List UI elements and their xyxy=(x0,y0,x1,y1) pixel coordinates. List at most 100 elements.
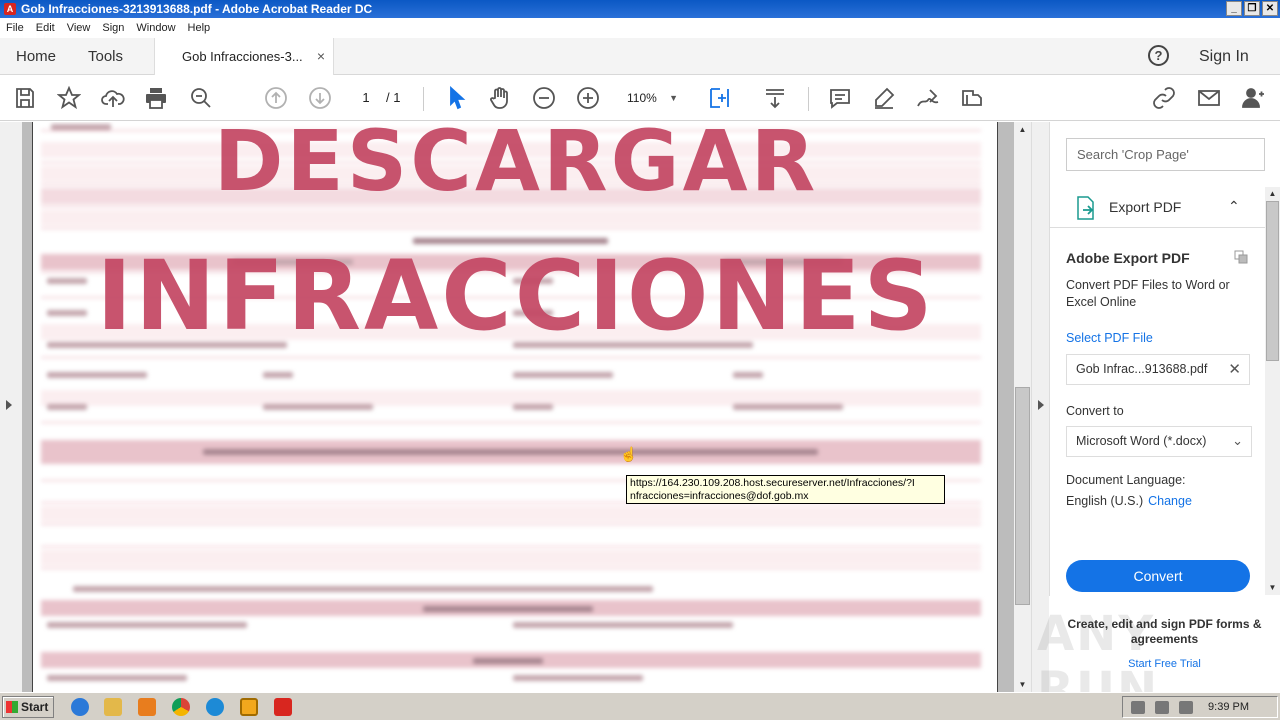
help-icon[interactable]: ? xyxy=(1148,45,1169,66)
zoom-select[interactable]: 110% ▼ xyxy=(618,88,688,108)
tooltip-line2: nfracciones=infracciones@dof.gob.mx xyxy=(630,490,809,502)
minimize-button[interactable]: _ xyxy=(1226,1,1242,16)
bookmark-star-icon[interactable] xyxy=(56,85,82,111)
scroll-down-icon[interactable]: ▼ xyxy=(1265,581,1280,595)
scroll-thumb[interactable] xyxy=(1015,387,1030,605)
taskbar: Start 9:39 PM xyxy=(0,692,1280,720)
highlight-icon[interactable] xyxy=(871,85,897,111)
page-down-icon[interactable] xyxy=(307,85,333,111)
hand-icon[interactable] xyxy=(487,85,513,111)
comment-icon[interactable] xyxy=(827,85,853,111)
document-scrollbar[interactable]: ▲ ▼ xyxy=(1014,122,1031,692)
scroll-down-icon[interactable]: ▼ xyxy=(1015,677,1030,692)
add-user-icon[interactable] xyxy=(1240,85,1266,111)
save-icon[interactable] xyxy=(12,85,38,111)
remove-file-icon[interactable]: ✕ xyxy=(1228,355,1241,384)
close-button[interactable]: ✕ xyxy=(1262,1,1278,16)
search-zoom-icon[interactable] xyxy=(188,85,214,111)
tooltip-line1: https://164.230.109.208.host.secureserve… xyxy=(630,477,915,489)
panel-scrollbar[interactable]: ▲ ▼ xyxy=(1265,187,1280,595)
collapse-right-icon xyxy=(1038,400,1044,410)
tab-document-label: Gob Infracciones-3... xyxy=(182,49,303,64)
chevron-down-icon: ▼ xyxy=(669,93,678,103)
copy-icon[interactable] xyxy=(1234,250,1248,264)
select-file-link[interactable]: Select PDF File xyxy=(1066,331,1153,345)
link-icon[interactable] xyxy=(1151,85,1177,111)
hand-cursor-icon: ☝ xyxy=(620,446,638,462)
promo-box: ANY RUN Create, edit and sign PDF forms … xyxy=(1037,596,1280,718)
menu-help[interactable]: Help xyxy=(182,22,217,34)
document-language: English (U.S.) Change xyxy=(1066,494,1192,508)
page-number-input[interactable]: 1 xyxy=(352,88,380,108)
flag-icon[interactable] xyxy=(1179,701,1193,714)
close-tab-icon[interactable]: × xyxy=(317,38,325,75)
convert-to-label: Convert to xyxy=(1066,404,1124,418)
sign-in-button[interactable]: Sign In xyxy=(1199,38,1249,75)
selected-file-field[interactable]: Gob Infrac...913688.pdf ✕ xyxy=(1066,354,1250,385)
media-player-icon[interactable] xyxy=(138,698,156,716)
document-viewport[interactable]: DESCARGAR INFRACCIONES xyxy=(22,122,1014,692)
toolbar: 1 / 1 110% ▼ xyxy=(0,75,1280,121)
zoom-in-icon[interactable] xyxy=(575,85,601,111)
format-value: Microsoft Word (*.docx) xyxy=(1076,434,1207,448)
free-trial-link[interactable]: Start Free Trial xyxy=(1049,658,1280,670)
scroll-up-icon[interactable]: ▲ xyxy=(1265,187,1280,201)
tab-row: Home Tools Gob Infracciones-3... × ? Sig… xyxy=(0,38,1280,76)
window-controls: _ ❐ ✕ xyxy=(1226,1,1278,16)
title-bar: A Gob Infracciones-3213913688.pdf - Adob… xyxy=(0,0,1280,18)
export-pdf-icon xyxy=(1077,196,1094,220)
tab-tools[interactable]: Tools xyxy=(88,38,123,75)
volume-icon[interactable] xyxy=(1131,701,1145,714)
zoom-out-icon[interactable] xyxy=(531,85,557,111)
windows-flag-icon xyxy=(6,701,18,713)
convert-button[interactable]: Convert xyxy=(1066,560,1250,592)
network-icon[interactable] xyxy=(1155,701,1169,714)
promo-text: Create, edit and sign PDF forms & agreem… xyxy=(1067,617,1262,646)
maximize-button[interactable]: ❐ xyxy=(1244,1,1260,16)
print-icon[interactable] xyxy=(143,85,169,111)
scroll-mode-icon[interactable] xyxy=(762,85,788,111)
change-language-link[interactable]: Change xyxy=(1148,494,1192,508)
menu-view[interactable]: View xyxy=(61,22,97,34)
sign-icon[interactable] xyxy=(915,85,941,111)
chrome-icon[interactable] xyxy=(172,698,190,716)
fit-page-icon[interactable] xyxy=(706,85,732,111)
search-input[interactable]: Search 'Crop Page' xyxy=(1066,138,1265,171)
format-select[interactable]: Microsoft Word (*.docx) ⌄ xyxy=(1066,426,1252,457)
pdf-page: DESCARGAR INFRACCIONES xyxy=(32,122,998,692)
app-icon[interactable] xyxy=(240,698,258,716)
select-cursor-icon[interactable] xyxy=(444,85,470,111)
menu-edit[interactable]: Edit xyxy=(30,22,61,34)
email-icon[interactable] xyxy=(1196,85,1222,111)
link-tooltip: https://164.230.109.208.host.secureserve… xyxy=(626,475,945,504)
page-up-icon[interactable] xyxy=(263,85,289,111)
start-label: Start xyxy=(21,700,49,714)
expand-right-icon xyxy=(6,400,12,410)
menu-window[interactable]: Window xyxy=(130,22,181,34)
upload-cloud-icon[interactable] xyxy=(100,85,126,111)
left-panel-toggle[interactable] xyxy=(0,122,22,692)
menu-bar: File Edit View Sign Window Help xyxy=(0,18,1280,38)
scroll-thumb[interactable] xyxy=(1266,201,1279,361)
menu-file[interactable]: File xyxy=(0,22,30,34)
tab-document[interactable]: Gob Infracciones-3... × xyxy=(154,38,334,76)
menu-sign[interactable]: Sign xyxy=(96,22,130,34)
file-name: Gob Infrac...913688.pdf xyxy=(1076,362,1208,376)
scroll-up-icon[interactable]: ▲ xyxy=(1015,122,1030,137)
watermark-line2: INFRACCIONES xyxy=(96,240,936,352)
tab-home[interactable]: Home xyxy=(16,38,56,75)
ie-icon[interactable] xyxy=(71,698,89,716)
toolbar-divider xyxy=(423,87,424,111)
watermark-line1: DESCARGAR xyxy=(213,122,819,210)
chevron-down-icon: ⌄ xyxy=(1232,433,1243,448)
export-pdf-header[interactable]: Export PDF ⌃ xyxy=(1050,182,1266,228)
stamp-icon[interactable] xyxy=(959,85,985,111)
chevron-up-icon[interactable]: ⌃ xyxy=(1228,198,1240,215)
page-total: / 1 xyxy=(386,90,401,105)
acrobat-taskbar-icon[interactable] xyxy=(274,698,292,716)
export-pdf-label: Export PDF xyxy=(1109,199,1182,215)
edge-icon[interactable] xyxy=(206,698,224,716)
start-button[interactable]: Start xyxy=(2,696,54,718)
folder-icon[interactable] xyxy=(104,698,122,716)
zoom-value: 110% xyxy=(627,91,657,105)
